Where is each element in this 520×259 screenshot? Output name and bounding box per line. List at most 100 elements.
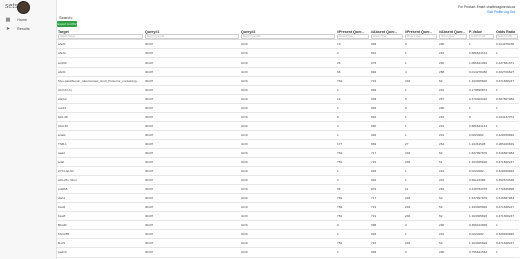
table-cell: 246 xyxy=(404,193,438,204)
table-cell: 1.537997876 xyxy=(468,193,495,204)
table-cell: 9 xyxy=(404,39,438,50)
table-cell: 993 xyxy=(370,166,404,177)
table-cell: Mnt-28 xyxy=(57,112,144,122)
table-row[interactable]: Mnt-28 ID107 GO0 6 994 1 291 8 0.244137972 xyxy=(57,112,519,122)
table-row[interactable]: adaf ID107 GO0 784 719 246 51 1.193305826 0.4716… xyxy=(57,157,519,168)
table-cell: 717 xyxy=(370,193,404,204)
table-row[interactable]: aaa4 ID107 GO0 784 717 246 52 1.537997876 0.6168… xyxy=(57,148,519,159)
table-cell: GO0 xyxy=(240,130,336,140)
table-cell: bsw6 xyxy=(57,202,144,213)
sidebar-item-home[interactable]: ▦ Home xyxy=(0,15,56,24)
sidebar-item-results[interactable]: ➤ Results xyxy=(0,24,56,33)
table-cell: abnf1 xyxy=(57,67,144,77)
table-cell: 0.686624144 xyxy=(468,48,495,59)
table-cell: 290 xyxy=(438,220,468,231)
table-row[interactable]: dprt4 ID107 GO0 784 717 246 52 1.537997876 0.616… xyxy=(57,193,519,204)
column-filter-input[interactable]: Search P-Val... xyxy=(469,34,494,40)
table-cell: 0.428459892 xyxy=(495,166,519,177)
table-cell: 6 xyxy=(336,112,370,122)
column-filter-input[interactable]: Search Target... xyxy=(58,34,143,40)
table-cell: 19 xyxy=(336,94,370,104)
table-cell: GO0 xyxy=(240,121,336,131)
table-cell: GO0 xyxy=(240,157,336,168)
table-cell: GO0 xyxy=(240,193,336,204)
search-label: Search: xyxy=(59,15,73,20)
table-cell: 999 xyxy=(370,39,404,50)
table-cell: 994 xyxy=(370,112,404,122)
table-cell: GO0 xyxy=(240,39,336,50)
table-cell: 0.914978166 xyxy=(495,39,519,50)
table-row[interactable]: amt9b ID107 GO0 26 979 1 290 1.086621092 0.43768… xyxy=(57,57,519,68)
table-row[interactable]: bsw6 ID107 GO0 784 719 246 52 1.193305826 0.4716… xyxy=(57,202,519,213)
table-row[interactable]: Abd-30 ID107 GO0 2 990 1 291 0.686624144 1 xyxy=(57,121,519,131)
table-cell: GO0 xyxy=(240,67,336,77)
table-row[interactable]: B-AS ID107 GO0 784 716 246 52 1.193305826 0.4716… xyxy=(57,238,519,249)
table-row[interactable]: Myo-paralbumin_tuberculosis_AmII_Posteri… xyxy=(57,76,519,86)
table-cell: 784 xyxy=(336,76,370,86)
sidebar-item-label: Results xyxy=(17,26,30,31)
column-filter-input[interactable]: Search Query#2... xyxy=(241,34,335,40)
table-cell: 0.471668247 xyxy=(495,202,519,213)
column-filter-input[interactable]: Absent Quer... xyxy=(371,34,403,40)
table-cell: 2 xyxy=(404,247,438,258)
column-header[interactable]: #Absent Quer... xyxy=(438,29,468,34)
table-cell: 2 xyxy=(336,121,370,131)
table-cell: 992 xyxy=(370,67,404,77)
table-cell: 246 xyxy=(404,76,438,86)
export-csv-button[interactable]: Export to CSV xyxy=(57,21,77,27)
table-row[interactable]: bsw8 ID107 GO0 784 719 246 52 1.193305826 0.4716… xyxy=(57,211,519,222)
table-cell: 19 xyxy=(336,39,370,50)
table-cell: 784 xyxy=(336,148,370,159)
table-cell: 719 xyxy=(370,211,404,222)
column-filter-input[interactable]: Search Odds... xyxy=(496,34,518,40)
table-cell: nord3 xyxy=(57,103,144,113)
table-row[interactable]: padn0 ID107 GO0 1 999 2 290 0.795641543 1 xyxy=(57,247,519,258)
table-cell: GO0 xyxy=(240,211,336,222)
table-row[interactable]: anat1 ID107 GO0 1 992 1 291 0.0220282 0.42845989… xyxy=(57,130,519,140)
table-cell: 1 xyxy=(404,48,438,59)
table-cell: 0.0220282 xyxy=(468,229,495,240)
column-filter-input[interactable]: Absent Quer... xyxy=(439,34,467,40)
table-cell: 51 xyxy=(438,157,468,168)
table-row[interactable]: ahnf1 ID107 GO0 19 999 9 290 1 0.914978166 xyxy=(57,39,519,50)
table-cell: 2 xyxy=(336,175,370,186)
table-cell: 4 xyxy=(404,67,438,77)
column-filter-input[interactable]: Present Quer... xyxy=(337,34,369,40)
table-row[interactable]: nord3 ID107 GO0 1 993 0 290 1 1 xyxy=(57,103,519,113)
table-cell: ID107 xyxy=(144,166,240,177)
table-cell: ID107 xyxy=(144,121,240,131)
table-row[interactable]: pdaf65 ID107 GO0 36 979 11 281 0.318784078 0.772… xyxy=(57,184,519,195)
table-row[interactable]: AKt-28 / 49-m ID107 GO0 2 992 1 291 0.66124386 0… xyxy=(57,175,519,186)
table-cell: GO0 xyxy=(240,85,336,95)
table-cell: 0.471668247 xyxy=(495,238,519,249)
rocket-icon: ➤ xyxy=(5,25,11,32)
table-cell: 2 xyxy=(404,220,438,231)
table-row[interactable]: 2774-lat-94 ID107 GO0 1 993 1 291 0.0220282 0.42… xyxy=(57,166,519,177)
table-cell: 0.0220282 xyxy=(468,130,495,140)
column-filter-input[interactable]: Present Quer... xyxy=(405,34,437,40)
table-row[interactable]: ahnf2 ID107 GO0 2 991 1 291 0.686624144 1 xyxy=(57,48,519,59)
table-cell: abnb2 xyxy=(57,94,144,104)
table-cell: 0 xyxy=(404,103,438,113)
table-cell: pdaf65 xyxy=(57,184,144,195)
table-cell: Bbn4b xyxy=(57,220,144,231)
table-cell: 288 xyxy=(438,67,468,77)
table-cell: 26 xyxy=(336,57,370,68)
table-cell: 993 xyxy=(370,229,404,240)
column-filter-input[interactable]: Search Query#1... xyxy=(145,34,239,40)
table-row[interactable]: Abd (D-A) ID107 GO0 1 999 1 291 0.178896871 1 xyxy=(57,85,519,95)
table-cell: 784 xyxy=(336,211,370,222)
table-row[interactable]: Bbn4b ID107 GO0 9 998 2 290 0.356014896 1 xyxy=(57,220,519,231)
table-row[interactable]: bbnt265 ID107 GO0 1 993 1 291 0.0220282 0.428459… xyxy=(57,229,519,240)
table-cell: GO0 xyxy=(240,148,336,159)
app-logo[interactable]: sets xyxy=(5,1,51,14)
table-cell: 939 xyxy=(370,94,404,104)
table-row[interactable]: abnf1 ID107 GO0 96 992 4 288 0.014278466 0.40270… xyxy=(57,67,519,77)
table-row[interactable]: TSB-1 ID107 GO0 177 969 27 264 1.24461528 0.2861… xyxy=(57,139,519,149)
table-cell: ID107 xyxy=(144,57,240,68)
table-cell: 784 xyxy=(336,202,370,213)
table-cell: ID107 xyxy=(144,211,240,222)
profile-links[interactable]: Edit Profile Log Out xyxy=(458,10,515,15)
table-cell: AKt-28 / 49-m xyxy=(57,175,144,186)
table-row[interactable]: abnb2 ID107 GO0 19 939 5 287 0.376303426 0.60780… xyxy=(57,94,519,104)
